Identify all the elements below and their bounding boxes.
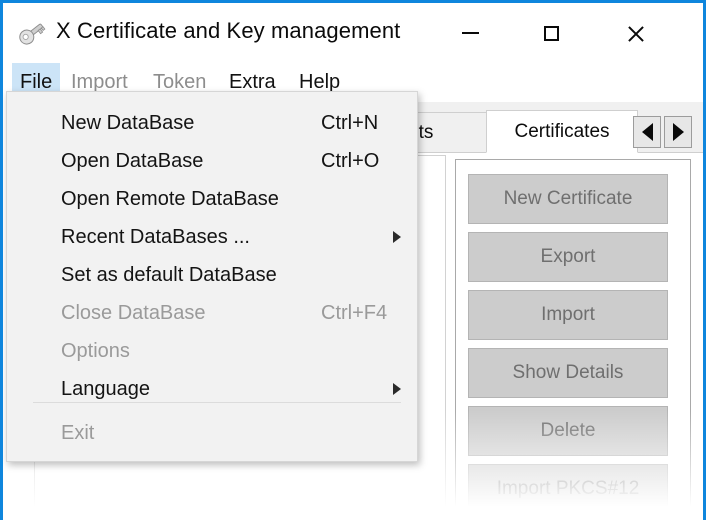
window-title: X Certificate and Key management: [56, 18, 401, 43]
maximize-icon: [543, 25, 559, 41]
menu-item-close-database-label: Close DataBase: [61, 301, 206, 324]
tab-certificates[interactable]: Certificates: [486, 110, 638, 153]
menu-item-open-database[interactable]: Open DataBase Ctrl+O: [8, 142, 418, 180]
menu-item-new-database[interactable]: New DataBase Ctrl+N: [8, 104, 418, 142]
close-icon: [626, 24, 645, 43]
menu-item-exit-label: Exit: [61, 421, 95, 444]
submenu-arrow-icon: [393, 231, 401, 243]
import-button: Import: [468, 290, 668, 340]
chevron-left-icon: [641, 123, 653, 141]
tab-scroll-right-button[interactable]: [664, 116, 692, 148]
menu-item-language-label: Language: [61, 377, 150, 400]
menu-item-new-database-label: New DataBase: [61, 111, 195, 134]
submenu-arrow-icon: [393, 383, 401, 395]
close-button[interactable]: [607, 9, 663, 57]
menu-item-open-remote-database-label: Open Remote DataBase: [61, 187, 279, 210]
minimize-icon: [461, 32, 479, 34]
chevron-right-icon: [672, 123, 684, 141]
menu-item-open-database-shortcut: Ctrl+O: [321, 149, 380, 172]
import-pkcs12-button-label: Import PKCS#12: [496, 478, 640, 499]
new-certificate-button: New Certificate: [468, 174, 668, 224]
tab-certificates-label: Certificates: [514, 120, 610, 142]
show-details-button-label: Show Details: [512, 362, 624, 383]
menu-item-recent-databases[interactable]: Recent DataBases ...: [8, 218, 418, 256]
menu-item-exit: Exit: [8, 414, 418, 452]
export-button-label: Export: [540, 246, 596, 267]
menu-item-set-as-default-database-label: Set as default DataBase: [61, 263, 277, 286]
file-dropdown-menu: New DataBase Ctrl+N Open DataBase Ctrl+O…: [6, 91, 418, 462]
menu-item-close-database-shortcut: Ctrl+F4: [321, 301, 388, 324]
maximize-button[interactable]: [523, 9, 579, 57]
tab-scroll-left-button[interactable]: [633, 116, 661, 148]
menu-item-options: Options: [8, 332, 418, 370]
menu-item-recent-databases-label: Recent DataBases ...: [61, 225, 250, 248]
minimize-button[interactable]: [442, 9, 498, 57]
title-bar: X Certificate and Key management: [6, 6, 703, 63]
menu-item-options-label: Options: [61, 339, 130, 362]
right-border-fade: [700, 400, 703, 520]
new-certificate-button-label: New Certificate: [503, 188, 633, 209]
export-button: Export: [468, 232, 668, 282]
import-pkcs12-button: Import PKCS#12: [468, 464, 668, 514]
menu-item-open-database-label: Open DataBase: [61, 149, 204, 172]
menu-item-open-remote-database[interactable]: Open Remote DataBase: [8, 180, 418, 218]
delete-button-label: Delete: [540, 420, 596, 441]
menu-item-set-as-default-database[interactable]: Set as default DataBase: [8, 256, 418, 294]
import-button-label: Import: [541, 304, 595, 325]
menu-item-new-database-shortcut: Ctrl+N: [321, 111, 379, 134]
application-window: X Certificate and Key management File Im…: [0, 0, 706, 520]
show-details-button: Show Details: [468, 348, 668, 398]
menu-separator: [33, 402, 401, 403]
delete-button: Delete: [468, 406, 668, 456]
certificate-actions-panel: New Certificate Export Import Show Detai…: [455, 159, 691, 517]
key-icon: [19, 23, 46, 45]
menu-item-close-database: Close DataBase Ctrl+F4: [8, 294, 418, 332]
